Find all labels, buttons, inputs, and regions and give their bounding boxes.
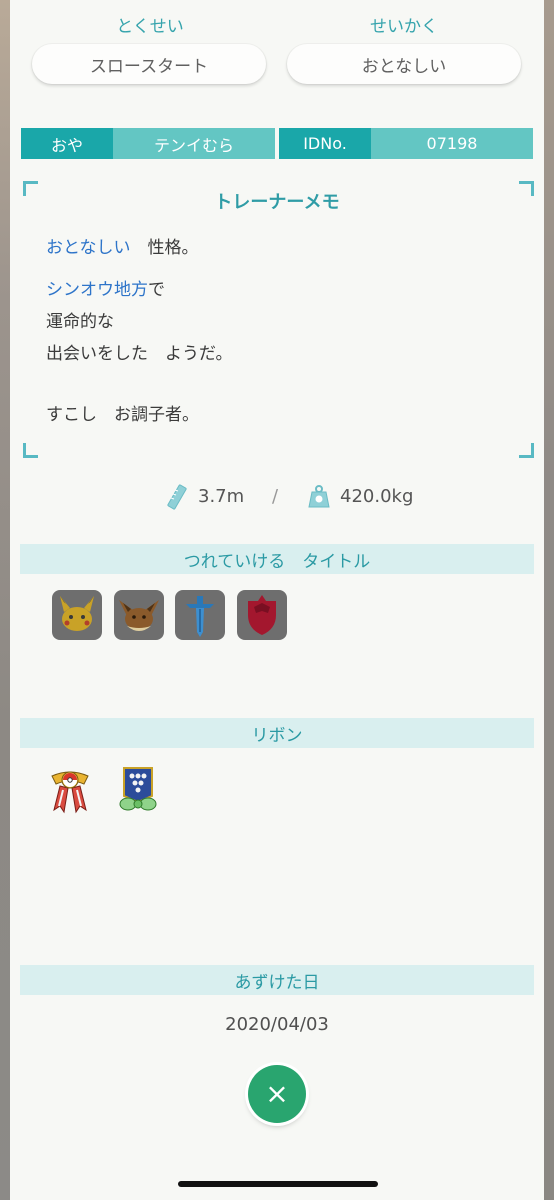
memo-line-4: すこし お調子者。	[46, 405, 199, 425]
height-value: 3.7m	[198, 486, 245, 507]
sword-game-icon[interactable]	[175, 590, 225, 640]
nature-value: おとなしい	[361, 56, 447, 77]
memo-region: シンオウ地方	[46, 280, 148, 300]
titles-section-label: つれていける タイトル	[183, 551, 371, 572]
deposit-section-label: あずけた日	[234, 972, 320, 993]
blue-badge-ribbon-icon[interactable]	[118, 766, 158, 816]
memo-line-2: 運命的な	[46, 312, 114, 332]
close-button[interactable]: ×	[248, 1065, 306, 1123]
scale-icon	[308, 484, 330, 513]
ot-label: おや	[21, 128, 113, 159]
memo-nature-word: おとなしい	[46, 238, 131, 258]
memo-nature-suffix: 性格。	[130, 238, 199, 258]
pokeball-medal-ribbon-icon[interactable]	[50, 766, 90, 816]
ribbons-section-header: リボン	[20, 718, 534, 748]
titles-section-header: つれていける タイトル	[20, 544, 534, 574]
close-icon: ×	[265, 1077, 289, 1110]
size-separator: /	[272, 486, 279, 507]
memo-corner-bottom-right	[519, 443, 534, 458]
nature-pill[interactable]: おとなしい	[287, 44, 521, 84]
memo-line-nature: おとなしい 性格。	[46, 233, 199, 258]
ribbons-section-label: リボン	[251, 725, 303, 746]
id-bar: IDNo. 07198	[279, 128, 533, 159]
ot-bar: おや テンイむら	[21, 128, 275, 159]
pikachu-game-icon[interactable]	[52, 590, 102, 640]
id-label: IDNo.	[279, 128, 371, 159]
eevee-game-icon[interactable]	[114, 590, 164, 640]
memo-line-region: シンオウ地方で	[46, 275, 165, 300]
background-right	[544, 0, 554, 1200]
size-row: 3.7m / 420.0kg	[10, 484, 544, 512]
trainer-memo-title: トレーナーメモ	[214, 192, 340, 213]
deposit-date: 2020/04/03	[225, 1014, 329, 1035]
ruler-icon	[166, 484, 188, 515]
pokemon-detail-card: とくせい せいかく スロースタート おとなしい おや テンイむら IDNo. 0…	[10, 0, 544, 1200]
ability-header: とくせい	[116, 17, 184, 37]
weight-value: 420.0kg	[340, 486, 414, 507]
background-left	[0, 0, 10, 1200]
home-indicator[interactable]	[178, 1181, 378, 1187]
nature-header: せいかく	[370, 17, 438, 37]
id-value: 07198	[371, 128, 533, 159]
ability-value: スロースタート	[89, 56, 209, 77]
ot-value: テンイむら	[113, 128, 275, 159]
ability-pill[interactable]: スロースタート	[32, 44, 266, 84]
memo-region-suffix: で	[148, 280, 165, 300]
memo-corner-bottom-left	[23, 443, 38, 458]
memo-line-3: 出会いをした ようだ。	[46, 344, 233, 364]
deposit-section-header: あずけた日	[20, 965, 534, 995]
shield-game-icon[interactable]	[237, 590, 287, 640]
